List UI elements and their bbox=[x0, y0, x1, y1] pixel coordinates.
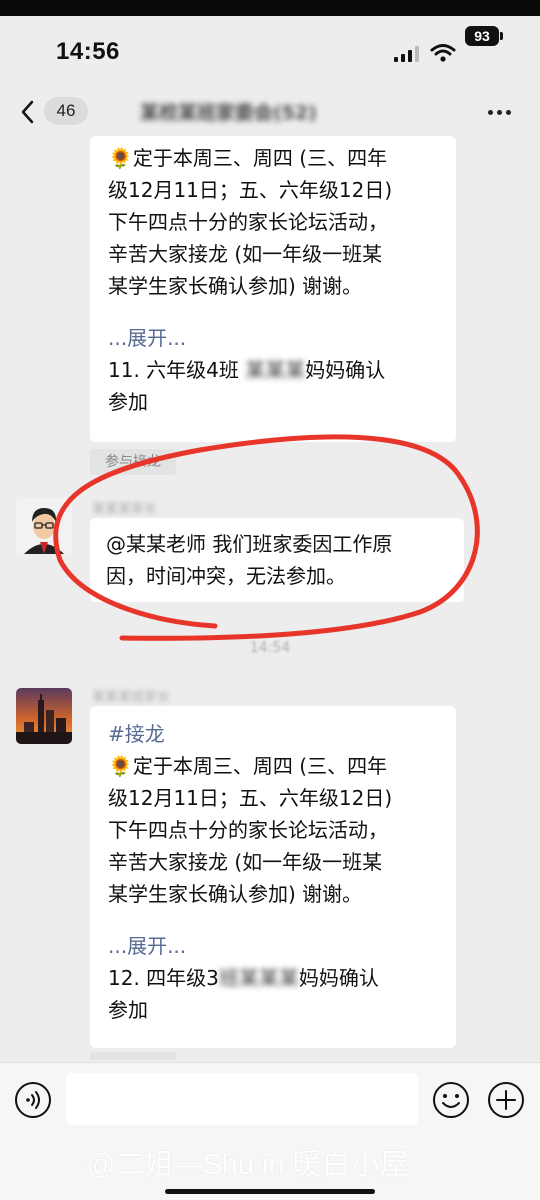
battery-tip bbox=[500, 32, 503, 40]
home-indicator bbox=[165, 1189, 375, 1194]
redacted-name: 班某某某 bbox=[218, 966, 299, 990]
avatar-city-sunset-icon bbox=[16, 688, 72, 744]
more-icon[interactable] bbox=[486, 100, 518, 122]
message-text: 🌻定于本周三、周四 (三、四年 级12月11日；五、六年级12日) 下午四点十分… bbox=[108, 754, 393, 906]
sender-name: 某某某家长 bbox=[92, 502, 158, 517]
status-time: 14:56 bbox=[56, 38, 120, 65]
mention[interactable]: @某某老师 bbox=[106, 532, 206, 556]
voice-icon[interactable] bbox=[14, 1081, 52, 1119]
relay-entry: 12. 四年级3班某某某妈妈确认 参加 bbox=[108, 966, 379, 1022]
message-text: 🌻定于本周三、周四 (三、四年 级12月11日；五、六年级12日) 下午四点十分… bbox=[108, 146, 393, 298]
sunflower-icon: 🌻 bbox=[108, 754, 133, 778]
wifi-icon bbox=[430, 44, 456, 62]
chat-header: 46 某校某班家委会(52) bbox=[0, 86, 540, 136]
emoji-icon[interactable] bbox=[432, 1081, 470, 1119]
join-relay-tag[interactable]: 参与接龙 bbox=[90, 449, 176, 475]
avatar[interactable] bbox=[16, 498, 72, 554]
sender-name: 某某某班家长 bbox=[92, 690, 171, 705]
expand-link[interactable]: ...展开... bbox=[108, 322, 438, 354]
battery-indicator: 93 bbox=[465, 26, 499, 46]
avatar[interactable] bbox=[16, 688, 72, 744]
chat-title: 某校某班家委会(52) bbox=[140, 102, 317, 124]
back-icon[interactable] bbox=[18, 98, 38, 126]
message-bubble-2[interactable]: @某某老师 我们班家委因工作原 因，时间冲突，无法参加。 bbox=[90, 518, 464, 602]
watermark: @二姐—Shu in 暖白小屋 bbox=[86, 1149, 409, 1181]
plus-icon[interactable] bbox=[487, 1081, 525, 1119]
message-bubble-3[interactable]: #接龙 🌻定于本周三、周四 (三、四年 级12月11日；五、六年级12日) 下午… bbox=[90, 706, 456, 1048]
redacted-name: 某某某 bbox=[245, 358, 306, 382]
topic-tag[interactable]: #接龙 bbox=[108, 718, 438, 750]
relay-entry: 11. 六年级4班 某某某妈妈确认 参加 bbox=[108, 358, 386, 414]
join-relay-tag-partial bbox=[90, 1052, 176, 1060]
top-black-strip bbox=[0, 0, 540, 16]
timestamp: 14:54 bbox=[249, 640, 291, 656]
avatar-cartoon-icon bbox=[16, 498, 72, 554]
sunflower-icon: 🌻 bbox=[108, 146, 133, 170]
status-bar: 14:56 bbox=[0, 16, 540, 86]
expand-link[interactable]: ...展开... bbox=[108, 930, 438, 962]
message-bubble-1[interactable]: 🌻定于本周三、周四 (三、四年 级12月11日；五、六年级12日) 下午四点十分… bbox=[90, 136, 456, 442]
signal-icon bbox=[394, 46, 419, 62]
unread-count-badge[interactable]: 46 bbox=[44, 97, 88, 125]
message-input[interactable] bbox=[66, 1073, 418, 1125]
message-text: @某某老师 我们班家委因工作原 因，时间冲突，无法参加。 bbox=[106, 532, 393, 588]
